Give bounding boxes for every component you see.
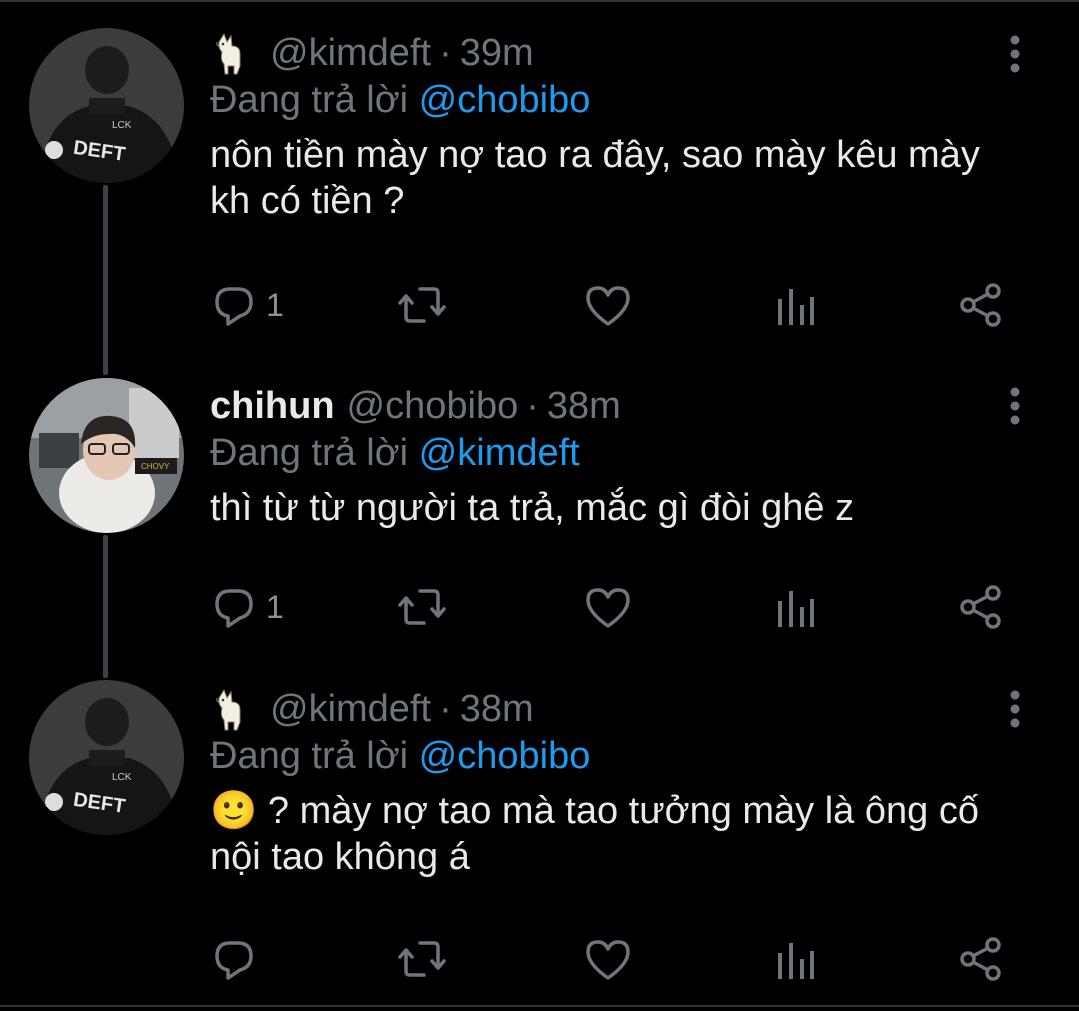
reply-count: 1 bbox=[266, 286, 284, 323]
tweet-content: @kimdeft · 39m Đang trả lời @chobibo nôn… bbox=[210, 30, 1009, 224]
like-icon bbox=[584, 283, 632, 327]
share-icon bbox=[958, 936, 1004, 982]
reply-prefix: Đang trả lời bbox=[210, 432, 409, 474]
mention-link[interactable]: @kimdeft bbox=[419, 432, 580, 474]
handle[interactable]: @kimdeft bbox=[270, 686, 431, 732]
replying-to: Đang trả lời @kimdeft bbox=[210, 429, 1009, 477]
analytics-button[interactable] bbox=[775, 934, 815, 984]
thread-line bbox=[103, 535, 108, 678]
reply-icon bbox=[212, 937, 256, 981]
more-options-icon[interactable] bbox=[1003, 34, 1027, 74]
reply-prefix: Đang trả lời bbox=[210, 79, 409, 121]
reply-button[interactable]: 1 bbox=[212, 582, 284, 632]
reply-button[interactable]: 1 bbox=[212, 280, 284, 330]
retweet-icon bbox=[396, 283, 448, 327]
retweet-button[interactable] bbox=[396, 582, 448, 632]
svg-text:LCK: LCK bbox=[112, 772, 132, 783]
reply-icon bbox=[212, 585, 256, 629]
reply-button[interactable] bbox=[212, 934, 266, 984]
replying-to: Đang trả lời @chobibo bbox=[210, 732, 1009, 780]
more-options-icon[interactable] bbox=[1003, 386, 1027, 426]
tweet-actions: 1 bbox=[210, 280, 1010, 330]
retweet-button[interactable] bbox=[396, 934, 448, 984]
tweet-text-body: ? mày nợ tao mà tao tưởng mày là ông cố … bbox=[210, 790, 979, 878]
replying-to: Đang trả lời @chobibo bbox=[210, 76, 1009, 124]
avatar[interactable]: CHOVY bbox=[29, 378, 184, 533]
llama-icon bbox=[210, 686, 256, 732]
analytics-icon bbox=[775, 937, 815, 981]
tweet-text: thì từ từ người ta trả, mắc gì đòi ghê z bbox=[210, 487, 855, 529]
like-button[interactable] bbox=[584, 934, 632, 984]
slightly-smiling-face-emoji: 🙂 bbox=[210, 790, 258, 832]
analytics-button[interactable] bbox=[775, 280, 815, 330]
avatar[interactable]: LCK DEFT bbox=[29, 28, 184, 183]
timestamp[interactable]: 38m bbox=[547, 383, 621, 429]
like-icon bbox=[584, 585, 632, 629]
like-button[interactable] bbox=[584, 280, 632, 330]
thread-line bbox=[103, 185, 108, 375]
tweet-text: nôn tiền mày nợ tao ra đây, sao mày kêu … bbox=[210, 134, 980, 222]
separator: · bbox=[439, 32, 452, 74]
retweet-icon bbox=[396, 937, 448, 981]
tweet-actions bbox=[210, 934, 1010, 984]
display-name[interactable]: chihun bbox=[210, 383, 335, 429]
tweet-content: @kimdeft · 38m Đang trả lời @chobibo 🙂 ?… bbox=[210, 686, 1009, 880]
like-icon bbox=[584, 937, 632, 981]
separator: · bbox=[526, 385, 539, 427]
handle[interactable]: @chobibo bbox=[347, 383, 519, 429]
avatar[interactable]: LCK DEFT bbox=[29, 680, 184, 835]
share-button[interactable] bbox=[958, 934, 1004, 984]
timestamp[interactable]: 38m bbox=[460, 686, 534, 732]
tweet-actions: 1 bbox=[210, 582, 1010, 632]
tweet-content: chihun @chobibo · 38m Đang trả lời @kimd… bbox=[210, 383, 1009, 531]
mention-link[interactable]: @chobibo bbox=[419, 79, 591, 121]
tweet-text: 🙂 ? mày nợ tao mà tao tưởng mày là ông c… bbox=[210, 788, 1009, 880]
reply-prefix: Đang trả lời bbox=[210, 735, 409, 777]
timestamp[interactable]: 39m bbox=[460, 30, 534, 76]
share-icon bbox=[958, 584, 1004, 630]
more-options-icon[interactable] bbox=[1003, 689, 1027, 729]
tweet-header: chihun @chobibo · 38m bbox=[210, 383, 1009, 429]
svg-text:CHOVY: CHOVY bbox=[141, 462, 170, 471]
retweet-icon bbox=[396, 585, 448, 629]
retweet-button[interactable] bbox=[396, 280, 448, 330]
analytics-button[interactable] bbox=[775, 582, 815, 632]
share-icon bbox=[958, 282, 1004, 328]
llama-icon bbox=[210, 30, 256, 76]
tweet-header: @kimdeft · 38m bbox=[210, 686, 1009, 732]
separator: · bbox=[439, 688, 452, 730]
like-button[interactable] bbox=[584, 582, 632, 632]
tweet-header: @kimdeft · 39m bbox=[210, 30, 1009, 76]
reply-icon bbox=[212, 283, 256, 327]
analytics-icon bbox=[775, 283, 815, 327]
mention-link[interactable]: @chobibo bbox=[419, 735, 591, 777]
share-button[interactable] bbox=[958, 280, 1004, 330]
handle[interactable]: @kimdeft bbox=[270, 30, 431, 76]
reply-count: 1 bbox=[266, 588, 284, 625]
analytics-icon bbox=[775, 585, 815, 629]
share-button[interactable] bbox=[958, 582, 1004, 632]
bottom-border bbox=[0, 1005, 1079, 1007]
svg-text:LCK: LCK bbox=[112, 120, 132, 131]
top-border bbox=[0, 0, 1079, 2]
